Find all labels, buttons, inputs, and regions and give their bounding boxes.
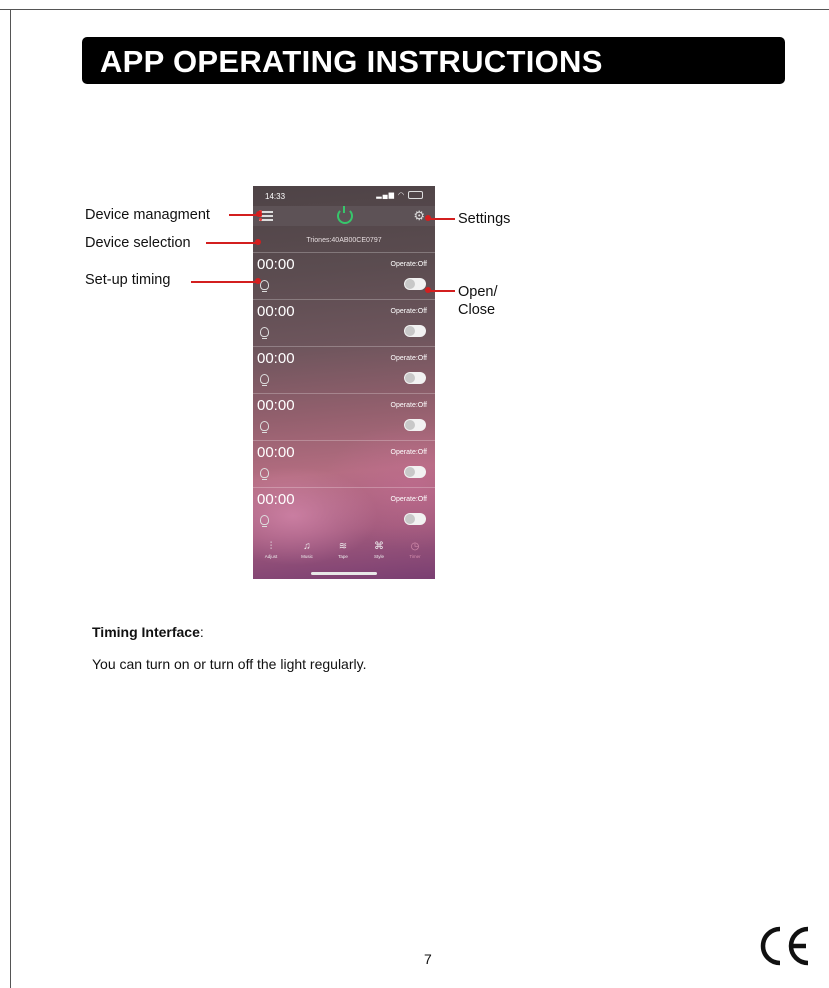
tab-label: Adjust: [264, 554, 278, 559]
power-icon[interactable]: [337, 206, 353, 224]
caption-heading-text: Timing Interface: [92, 624, 200, 640]
timer-toggle[interactable]: [404, 419, 426, 431]
timer-time[interactable]: 00:00: [257, 491, 295, 508]
bulb-icon: [260, 280, 269, 292]
bulb-icon: [260, 515, 269, 527]
timer-toggle[interactable]: [404, 325, 426, 337]
timer-operate-status: Operate:Off: [390, 496, 427, 503]
section-banner: APP OPERATING INSTRUCTIONS: [82, 37, 785, 84]
timer-operate-status: Operate:Off: [390, 449, 427, 456]
bottom-tab-bar: ⫶ Adjust ♫ Music ≋ Tape ⌘ Style ◷ Timer: [253, 538, 435, 568]
status-icons: ▂▄▆ ◠: [376, 191, 423, 200]
home-indicator: [311, 572, 377, 575]
bulb-icon: [260, 468, 269, 480]
timer-operate-status: Operate:Off: [390, 402, 427, 409]
callout-setup-timing: Set-up timing: [85, 272, 171, 288]
sliders-icon: ⫶: [269, 541, 273, 552]
tab-style[interactable]: ⌘ Style: [361, 541, 397, 561]
callout-settings: Settings: [458, 211, 511, 227]
clock-icon: ◷: [410, 541, 420, 552]
callout-device-management: Device managment: [85, 207, 210, 223]
timer-toggle[interactable]: [404, 466, 426, 478]
bulb-icon: [260, 374, 269, 386]
tape-icon: ≋: [338, 541, 348, 552]
callout-open-close-line2: Close: [458, 302, 496, 318]
tab-label: Music: [301, 554, 313, 559]
leader-line: [191, 281, 256, 283]
timer-row[interactable]: 00:00 Operate:Off: [253, 299, 435, 346]
timer-row[interactable]: 00:00 Operate:Off: [253, 440, 435, 487]
leader-line: [206, 242, 256, 244]
leader-dot: [255, 239, 261, 245]
timer-time[interactable]: 00:00: [257, 303, 295, 320]
timer-time[interactable]: 00:00: [257, 397, 295, 414]
timer-row[interactable]: 00:00 Operate:Off: [253, 393, 435, 440]
timer-operate-status: Operate:Off: [390, 355, 427, 362]
caption-colon: :: [199, 624, 204, 640]
bulb-icon: [260, 327, 269, 339]
tab-timer[interactable]: ◷ Timer: [397, 541, 433, 561]
signal-icon: ▂▄▆: [376, 192, 395, 199]
status-time: 14:33: [265, 192, 286, 201]
tab-label: Tape: [338, 554, 348, 559]
callout-device-selection: Device selection: [85, 235, 191, 251]
timer-row[interactable]: 00:00 Operate:Off: [253, 252, 435, 299]
caption-body: You can turn on or turn off the light re…: [92, 656, 367, 672]
timer-operate-status: Operate:Off: [390, 261, 427, 268]
app-screenshot: 14:33 ▂▄▆ ◠ ⚙ Triones:40AB00CE0797 00:00…: [253, 186, 435, 579]
style-icon: ⌘: [374, 541, 384, 552]
ce-mark-logo: [760, 926, 809, 966]
left-border-line: [10, 9, 11, 988]
leader-dot: [256, 211, 262, 217]
tab-label: Timer: [409, 554, 421, 559]
timer-time[interactable]: 00:00: [257, 256, 295, 273]
timer-row[interactable]: 00:00 Operate:Off: [253, 346, 435, 393]
timer-time[interactable]: 00:00: [257, 350, 295, 367]
tab-music[interactable]: ♫ Music: [289, 541, 325, 561]
page-title: APP OPERATING INSTRUCTIONS: [100, 44, 603, 79]
top-border-line: [0, 9, 829, 10]
bulb-icon: [260, 421, 269, 433]
timer-toggle[interactable]: [404, 372, 426, 384]
timer-time[interactable]: 00:00: [257, 444, 295, 461]
timer-toggle[interactable]: [404, 513, 426, 525]
app-toolbar: ⚙: [253, 206, 435, 226]
leader-dot: [255, 278, 261, 284]
leader-line: [229, 214, 258, 216]
device-selection[interactable]: Triones:40AB00CE0797: [253, 237, 435, 244]
phone-status-bar: 14:33 ▂▄▆ ◠: [253, 186, 435, 204]
tab-tape[interactable]: ≋ Tape: [325, 541, 361, 561]
caption-heading: Timing Interface:: [92, 624, 204, 640]
battery-icon: [408, 191, 423, 200]
music-note-icon: ♫: [303, 541, 311, 552]
wifi-icon: ◠: [397, 192, 406, 199]
tab-label: Style: [373, 554, 384, 559]
leader-line: [428, 290, 455, 292]
timer-row[interactable]: 00:00 Operate:Off: [253, 487, 435, 534]
leader-line: [428, 218, 455, 220]
callout-open-close-line1: Open/: [458, 284, 498, 300]
tab-adjust[interactable]: ⫶ Adjust: [253, 541, 289, 561]
timer-operate-status: Operate:Off: [390, 308, 427, 315]
timer-toggle[interactable]: [404, 278, 426, 290]
page-number: 7: [424, 951, 432, 967]
settings-gear-icon[interactable]: ⚙: [413, 208, 425, 224]
